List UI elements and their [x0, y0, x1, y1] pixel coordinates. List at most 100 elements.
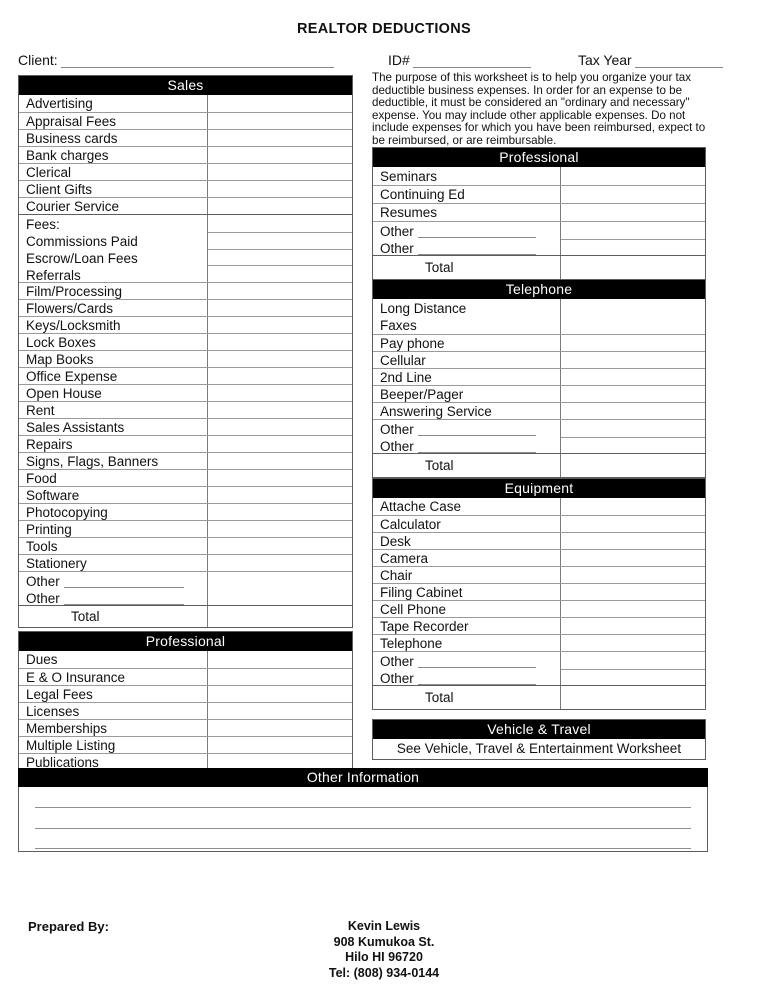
amount-input[interactable]	[208, 686, 352, 702]
sales-other-input-2[interactable]	[63, 592, 184, 605]
amount-input[interactable]	[208, 453, 352, 469]
professional-other-input-2[interactable]	[417, 242, 536, 255]
intro-paragraph: The purpose of this worksheet is to help…	[372, 71, 706, 147]
amount-input[interactable]	[208, 265, 352, 282]
amount-input[interactable]	[208, 555, 352, 571]
id-input-rule[interactable]	[412, 54, 531, 68]
amount-input[interactable]	[561, 352, 705, 368]
amount-input[interactable]	[208, 419, 352, 435]
amount-input[interactable]	[208, 669, 352, 685]
amount-input[interactable]	[561, 238, 705, 256]
amount-input[interactable]	[208, 368, 352, 384]
amount-input[interactable]	[208, 385, 352, 401]
sales-other-input-1[interactable]	[63, 575, 184, 588]
amount-input[interactable]	[561, 386, 705, 402]
sales-total-amount[interactable]	[208, 606, 352, 627]
amount-input[interactable]	[561, 618, 705, 634]
amount-input[interactable]	[208, 130, 352, 146]
amount-input[interactable]	[561, 668, 705, 686]
amount-input[interactable]	[208, 164, 352, 180]
telephone-total-amount[interactable]	[561, 454, 705, 477]
amount-input[interactable]	[561, 369, 705, 385]
amount-input[interactable]	[208, 181, 352, 197]
vehicle-travel-table: Vehicle & Travel See Vehicle, Travel & E…	[372, 719, 706, 760]
amount-input[interactable]	[208, 470, 352, 486]
amount-input[interactable]	[208, 504, 352, 520]
table-row: Licenses	[19, 702, 352, 719]
amount-input[interactable]	[208, 737, 352, 753]
amount-input[interactable]	[561, 403, 705, 419]
amount-input[interactable]	[561, 601, 705, 617]
professional-left-heading: Professional	[19, 632, 352, 651]
amount-input[interactable]	[208, 521, 352, 537]
telephone-other-input-1[interactable]	[417, 423, 536, 436]
amount-input[interactable]	[561, 516, 705, 532]
telephone-item-label: Pay phone	[373, 335, 561, 351]
tax-year-field[interactable]: Tax Year	[578, 52, 723, 68]
amount-input[interactable]	[561, 204, 705, 221]
amount-input[interactable]	[208, 300, 352, 316]
amount-input[interactable]	[561, 420, 705, 437]
amount-input[interactable]	[561, 186, 705, 203]
amount-input[interactable]	[561, 167, 705, 185]
preparer-block: Kevin Lewis 908 Kumukoa St. Hilo HI 9672…	[238, 919, 530, 981]
amount-input[interactable]	[208, 198, 352, 214]
amount-input[interactable]	[208, 113, 352, 129]
table-row: Open House	[19, 384, 352, 401]
preparer-phone: Tel: (808) 934-0144	[328, 965, 440, 980]
amount-input[interactable]	[561, 584, 705, 600]
table-row: Continuing Ed	[373, 185, 705, 203]
amount-input[interactable]	[561, 635, 705, 651]
sales-item-label: Bank charges	[19, 147, 208, 163]
amount-input[interactable]	[208, 351, 352, 367]
amount-input[interactable]	[561, 550, 705, 566]
telephone-other-input-2[interactable]	[417, 440, 536, 453]
amount-input[interactable]	[208, 487, 352, 503]
sales-item-label: Open House	[19, 385, 208, 401]
amount-input[interactable]	[208, 317, 352, 333]
amount-input[interactable]	[561, 222, 705, 239]
other-info-line-1[interactable]	[35, 807, 691, 808]
sales-other-labels: Other Other	[19, 572, 208, 605]
table-row: Calculator	[373, 515, 705, 532]
amount-input[interactable]	[561, 652, 705, 669]
amount-input[interactable]	[561, 498, 705, 515]
amount-input[interactable]	[208, 402, 352, 418]
other-info-line-2[interactable]	[35, 828, 691, 829]
amount-input[interactable]	[208, 248, 352, 266]
amount-input[interactable]	[208, 436, 352, 452]
amount-input[interactable]	[561, 533, 705, 549]
professional-other-label-1: Other	[380, 223, 560, 240]
equipment-other-input-2[interactable]	[417, 672, 536, 685]
amount-input[interactable]	[208, 720, 352, 736]
equipment-total-amount[interactable]	[561, 686, 705, 709]
amount-input[interactable]	[208, 147, 352, 163]
table-row: Sales Assistants	[19, 418, 352, 435]
other-information-box	[18, 787, 708, 852]
equipment-other-input-1[interactable]	[417, 655, 536, 668]
amount-input[interactable]	[208, 215, 352, 232]
telephone-pair-amount[interactable]	[561, 299, 705, 334]
tax-year-input-rule[interactable]	[634, 54, 723, 68]
sales-item-label: Signs, Flags, Banners	[19, 453, 208, 469]
amount-input[interactable]	[208, 703, 352, 719]
client-input-rule[interactable]	[60, 54, 334, 68]
professional-other-input-1[interactable]	[417, 225, 536, 238]
table-row: Advertising	[19, 95, 352, 112]
equipment-item-label: Tape Recorder	[373, 618, 561, 634]
amount-input[interactable]	[561, 567, 705, 583]
professional-right-total-amount[interactable]	[561, 256, 705, 279]
sales-other-amount-cell[interactable]	[208, 572, 352, 605]
amount-input[interactable]	[208, 334, 352, 350]
amount-input[interactable]	[561, 436, 705, 454]
telephone-pair-row: Long Distance Faxes	[373, 299, 705, 334]
client-field[interactable]: Client:	[18, 52, 334, 68]
other-info-line-3[interactable]	[35, 848, 691, 849]
amount-input[interactable]	[208, 283, 352, 299]
amount-input[interactable]	[208, 538, 352, 554]
amount-input[interactable]	[208, 651, 352, 668]
amount-input[interactable]	[208, 95, 352, 112]
id-field[interactable]: ID#	[388, 52, 531, 68]
amount-input[interactable]	[208, 231, 352, 249]
amount-input[interactable]	[561, 335, 705, 351]
